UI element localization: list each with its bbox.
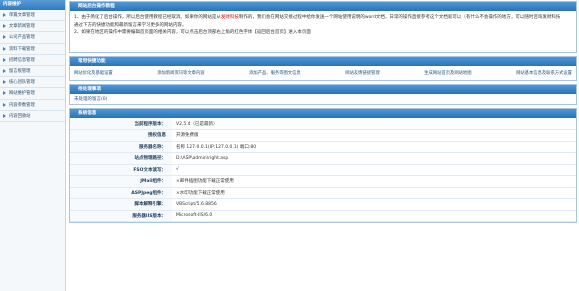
quick-link-seo[interactable]: 网站优化及基础设置 [74,70,113,76]
sysinfo-key: 站点物理路径： [70,152,172,165]
table-row: 站点物理路径： D:\ASP\admin\right.asp [70,152,576,165]
sysinfo-value: ×水印功能下载正常使用 [172,187,576,199]
company-link[interactable]: 发财科技 [221,15,239,20]
sidebar-item-label: 留言板管理 [9,69,31,75]
sysinfo-value: VBScript/5.6.8856 [172,198,576,211]
table-row: 服务器IIS版本： Microsoft-IIS/6.0 [70,210,576,222]
arrow-right-icon [3,13,6,18]
sysinfo-key: JMail组件： [70,175,172,188]
sidebar-item-params[interactable]: 内容参数管理 [0,100,65,111]
sysinfo-value: D:\ASP\admin\right.asp [172,152,576,165]
tutorial-line-2: 2、如果在地区的操作中需要编辑首页面的相关内容，可以点击后台顶部右上角的红色字体… [74,30,311,35]
arrow-right-icon [3,91,6,96]
unread-messages-link[interactable]: 未处理的留言(0) [74,97,107,102]
table-row: 当前程序版本： V2.5.4（已是最新） [70,118,576,130]
sidebar-item-label: 文章新闻管理 [9,24,35,30]
sysinfo-key: 脚本解释引擎： [70,198,172,211]
sysinfo-value: √ [172,164,576,176]
sidebar-item-label: 招聘信息管理 [9,57,35,63]
quick-links: 网站优化及基础设置 添加新闻资讯等文章内容 添加产品、服务等图文信息 网站友情链… [70,66,576,80]
sysinfo-value: V2.5.4（已是最新） [172,118,576,130]
sidebar-item-recycle[interactable]: 内容回收站 [0,111,65,122]
quick-title: 常用快捷功能 [70,57,576,66]
sidebar-title: 内容维护 [0,0,65,10]
sidebar-item-label: 单篇文章管理 [9,13,35,19]
sidebar-item-label: 内容回收站 [9,113,31,119]
sidebar-item-label: 资料下载管理 [9,46,35,52]
quick-link-site-info[interactable]: 网站基本信息及联系方式设置 [516,70,572,76]
arrow-right-icon [3,57,6,62]
sidebar-item-team[interactable]: 核心团队管理 [0,77,65,89]
quick-link-add-product[interactable]: 添加产品、服务等图文信息 [249,70,301,76]
table-row: 授权信息 开源免费版 [70,129,576,142]
sysinfo-title: 系统信息 [70,109,576,118]
sidebar-item-guestbook[interactable]: 留言板管理 [0,66,65,78]
sysinfo-value: 开源免费版 [172,129,576,142]
table-row: 服务器名称： 名称 127.0.0.1(IP:127.0.0.1) 端口:80 [70,141,576,153]
sysinfo-key: ASPJpeg组件： [70,187,172,199]
tutorial-panel: 网站后台操作教程 1、由于简化了后台操作，所以后台使用教程已经取消。如果你的网站… [69,1,577,53]
tutorial-line-1: 1、由于简化了后台操作，所以后台使用教程已经取消。如果你的网站是从发财科技制作的… [74,15,561,20]
sysinfo-value: Microsoft-IIS/6.0 [172,210,576,222]
arrow-right-icon [3,35,6,40]
sysinfo-key: 服务器IIS版本： [70,210,172,222]
arrow-right-icon [3,80,6,85]
sysinfo-key: 服务器名称： [70,141,172,153]
tutorial-title: 网站后台操作教程 [70,2,576,11]
pending-panel: 待处理事项 未处理的留言(0) [69,84,577,105]
quick-link-generate-home[interactable]: 生成网站首页及网站地图 [424,70,471,76]
sidebar-item-products[interactable]: 公司产品管理 [0,32,65,44]
tutorial-text: 1、由于简化了后台操作，所以后台使用教程已经取消。如果你的网站是从发财科技制作的… [70,11,576,52]
arrow-right-icon [3,69,6,74]
sidebar-item-label: 核心团队管理 [9,80,35,86]
tutorial-line-1-cont: 通过下方的快捷功能和最新留言来学习更多的网站内容。 [74,22,187,28]
sidebar-item-maintenance[interactable]: 网站维护管理 [0,88,65,100]
table-row: 脚本解释引擎： VBScript/5.6.8856 [70,198,576,211]
quick-panel: 常用快捷功能 网站优化及基础设置 添加新闻资讯等文章内容 添加产品、服务等图文信… [69,56,577,81]
sysinfo-value: 名称 127.0.0.1(IP:127.0.0.1) 端口:80 [172,141,576,153]
arrow-right-icon [3,113,6,118]
quick-link-friend-links[interactable]: 网站友情链接管理 [345,70,379,76]
sidebar-item-label: 公司产品管理 [9,35,35,41]
sysinfo-key: 当前程序版本： [70,118,172,130]
arrow-right-icon [3,46,6,51]
sysinfo-key: 授权信息 [70,129,172,142]
sysinfo-table: 当前程序版本： V2.5.4（已是最新） 授权信息 开源免费版 服务器名称： 名称 1… [70,118,576,222]
sidebar-item-single-article[interactable]: 单篇文章管理 [0,10,65,22]
table-row: FSO文本读写： √ [70,164,576,176]
pending-title: 待处理事项 [70,85,576,94]
table-row: ASPJpeg组件： ×水印功能下载正常使用 [70,187,576,199]
sidebar-item-label: 网站维护管理 [9,91,35,97]
main-content: 网站后台操作教程 1、由于简化了后台操作，所以后台使用教程已经取消。如果你的网站… [67,0,579,291]
arrow-right-icon [3,24,6,29]
sysinfo-key: FSO文本读写： [70,164,172,176]
arrow-right-icon [3,102,6,107]
sidebar-item-label: 内容参数管理 [9,102,35,108]
sidebar-item-jobs[interactable]: 招聘信息管理 [0,55,65,66]
sysinfo-value: ×邮件插图功能下载正常使用 [172,175,576,188]
sidebar-item-news[interactable]: 文章新闻管理 [0,21,65,33]
sidebar-item-downloads[interactable]: 资料下载管理 [0,44,65,55]
quick-link-add-article[interactable]: 添加新闻资讯等文章内容 [157,70,204,76]
sysinfo-panel: 系统信息 当前程序版本： V2.5.4（已是最新） 授权信息 开源免费版 服务器名称… [69,108,577,223]
sidebar: 内容维护 单篇文章管理 文章新闻管理 公司产品管理 资料下载管理 招聘信息管理 … [0,0,66,291]
table-row: JMail组件： ×邮件插图功能下载正常使用 [70,175,576,188]
